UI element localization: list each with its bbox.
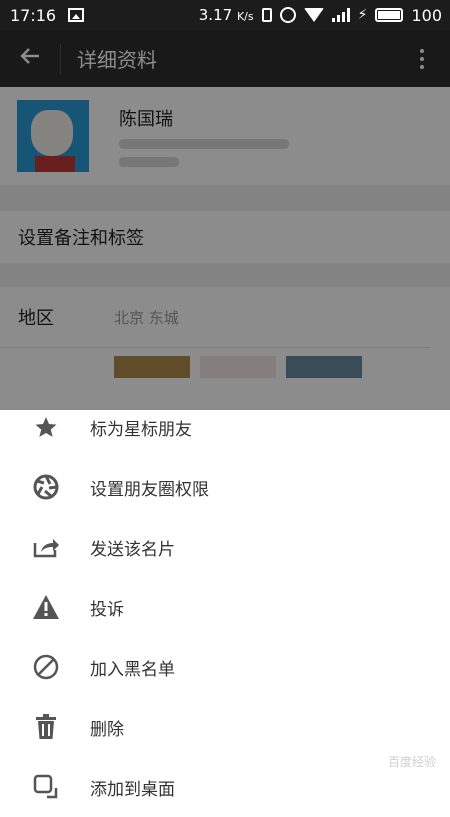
battery-icon [375,8,404,22]
menu-item-add-to-desktop[interactable]: 添加到桌面 [0,757,450,817]
menu-item-report[interactable]: 投诉 [0,577,450,637]
menu-item-moments-permission[interactable]: 设置朋友圈权限 [0,457,450,517]
add-to-desktop-icon [31,772,61,802]
menu-item-label: 标为星标朋友 [90,419,192,440]
share-icon [31,532,61,562]
menu-item-label: 添加到桌面 [90,779,175,800]
battery-level: 100 [411,5,442,25]
wifi-icon [303,8,324,22]
menu-item-send-card[interactable]: 发送该名片 [0,517,450,577]
options-menu: 标为星标朋友 设置朋友圈权限 发送该名片 投诉 加入黑名单 删除 添加到桌面 百… [0,410,450,800]
charging-icon: ⚡ [357,7,368,23]
network-speed: 3.17 K/s [198,6,254,24]
block-icon [31,652,61,682]
alarm-icon [279,7,296,23]
trash-icon [31,712,61,742]
menu-item-label: 设置朋友圈权限 [90,479,209,500]
menu-item-star-friend[interactable]: 标为星标朋友 [0,397,450,457]
aperture-icon [31,472,61,502]
status-bar: 17:16 3.17 K/s ⚡ 100 [0,0,450,30]
menu-item-label: 加入黑名单 [90,659,175,680]
menu-item-label: 投诉 [90,599,124,620]
watermark: 百度经验 [387,755,436,769]
menu-item-label: 删除 [90,719,124,740]
vibrate-icon [261,8,272,22]
star-icon [31,412,61,442]
signal-icon [331,8,350,22]
dim-overlay[interactable] [0,30,450,410]
menu-item-blacklist[interactable]: 加入黑名单 [0,637,450,697]
status-time: 17:16 [10,5,57,25]
menu-item-label: 发送该名片 [90,539,175,560]
menu-item-delete[interactable]: 删除 [0,697,450,757]
photo-notification-icon [68,8,85,22]
warning-icon [31,592,61,622]
